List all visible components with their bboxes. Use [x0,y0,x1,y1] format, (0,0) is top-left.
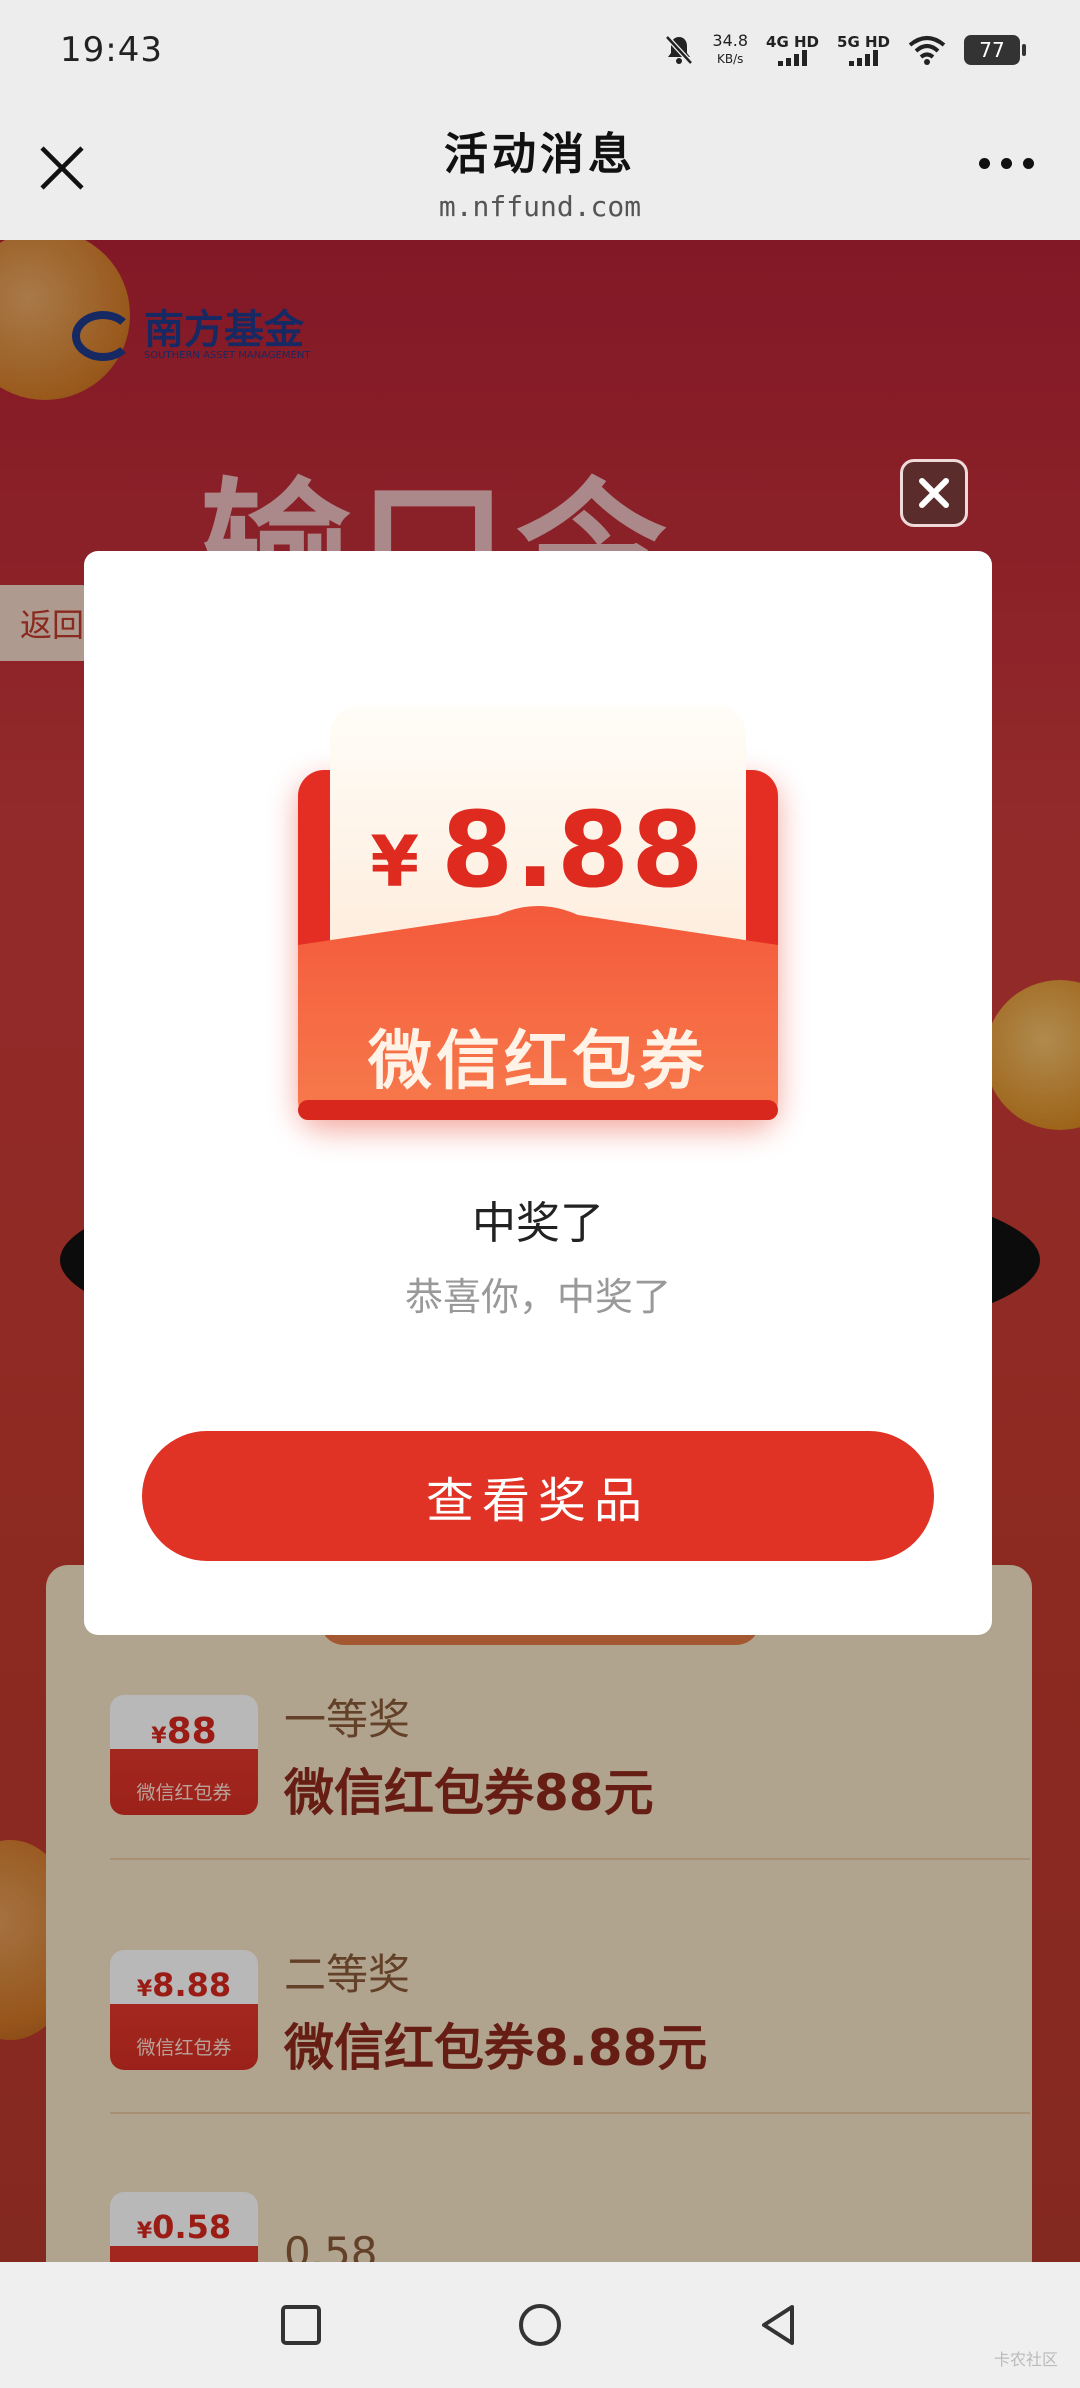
red-packet-illustration: ¥8.88 微信红包券 [298,705,778,1145]
red-packet-amount: ¥8.88 [330,789,746,911]
recent-apps-icon[interactable] [276,2300,326,2350]
status-bar: 19:43 34.8 KB/s 4G HD 5G HD 77 [0,0,1080,100]
system-nav-bar: 卡农社区 [0,2262,1080,2388]
screen: 19:43 34.8 KB/s 4G HD 5G HD 77 活动消息 m.nf… [0,0,1080,2388]
signal-5g: 5G HD [837,34,890,66]
red-packet-label: 微信红包券 [368,1025,708,1099]
signal-4g: 4G HD [766,34,819,66]
currency-symbol: ¥ [370,821,422,903]
browser-title-bar: 活动消息 m.nffund.com [0,100,1080,240]
modal-close-button[interactable] [900,459,968,527]
net-speed-value: 34.8 [712,31,749,50]
more-options-icon[interactable] [979,158,1034,169]
view-prize-button[interactable]: 查看奖品 [142,1431,934,1561]
title-block: 活动消息 m.nffund.com [439,118,641,223]
wifi-icon [908,36,946,65]
net-speed-unit: KB/s [717,52,744,66]
signal-5g-label: 5G HD [837,33,890,51]
status-icons: 34.8 KB/s 4G HD 5G HD 77 [664,32,1026,68]
modal-subtitle: 恭喜你，中奖了 [404,1275,671,1319]
watermark: 卡农社区 [993,2350,1058,2369]
page-url: m.nffund.com [438,189,642,223]
prize-modal: ¥8.88 微信红包券 中奖了 恭喜你，中奖了 查看奖品 [84,551,992,1635]
net-speed: 34.8 KB/s [712,32,748,68]
back-icon[interactable] [754,2300,804,2350]
modal-title: 中奖了 [472,1198,604,1249]
signal-4g-label: 4G HD [766,33,820,51]
battery-level: 77 [979,38,1005,62]
home-icon[interactable] [515,2300,565,2350]
close-icon[interactable] [32,138,92,198]
signal-bars-icon [849,50,878,66]
red-packet-amount-value: 8.88 [441,789,706,911]
signal-bars-icon [778,50,808,66]
page-title: 活动消息 [443,128,636,180]
battery-icon: 77 [964,35,1026,65]
status-time: 19:43 [60,30,163,70]
mute-bell-icon [665,35,694,65]
close-icon [919,478,949,508]
